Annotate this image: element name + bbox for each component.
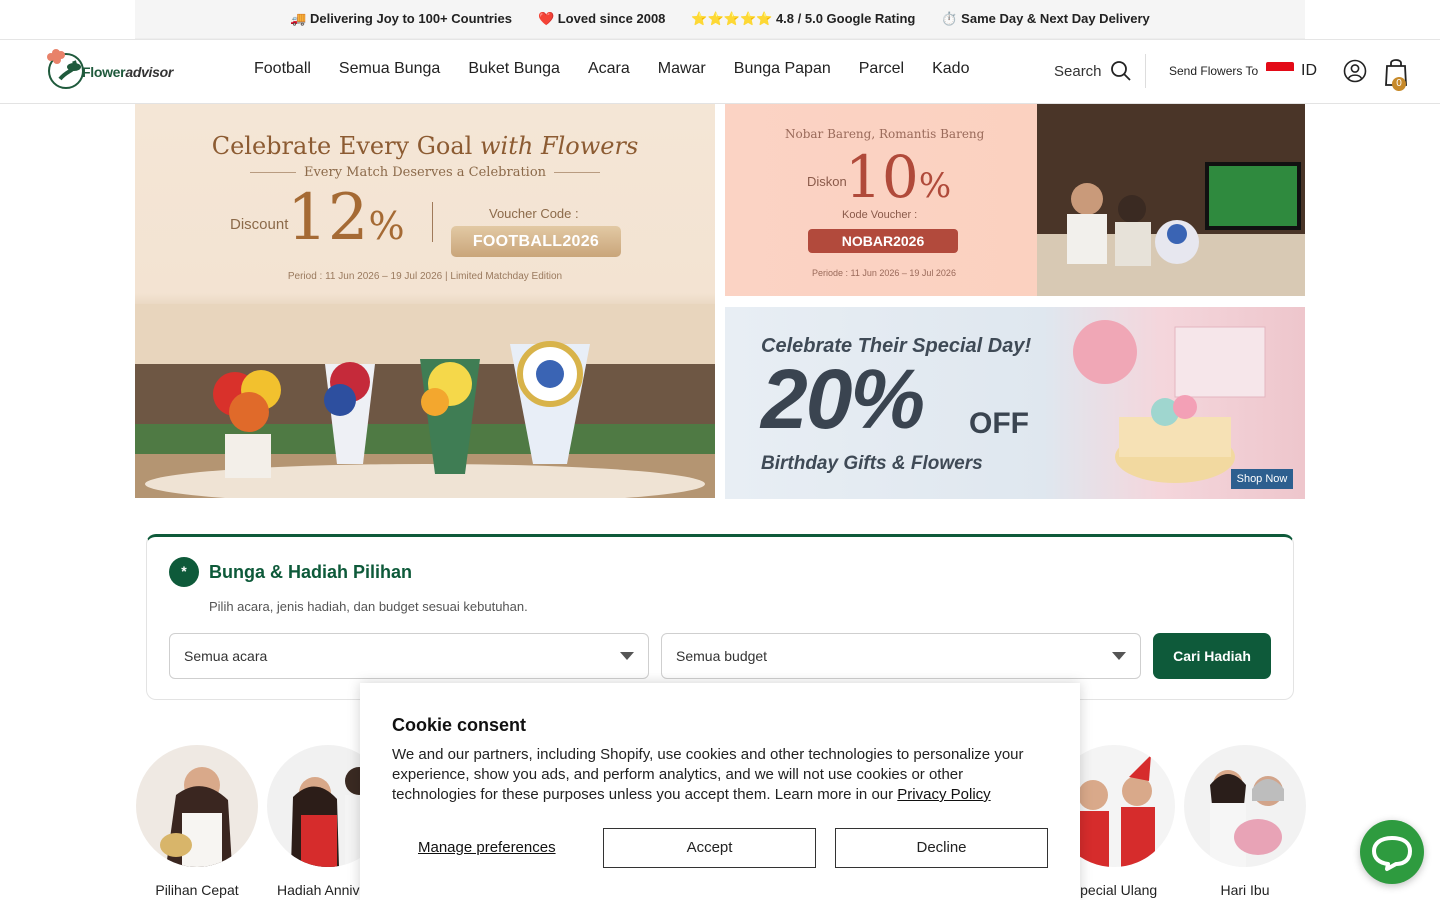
discount-value: 20% <box>761 352 925 446</box>
send-to-label: Send Flowers To <box>1169 64 1259 78</box>
main-nav: Football Semua Bunga Buket Bunga Acara M… <box>254 60 969 78</box>
chevron-down-icon <box>1112 652 1126 660</box>
search-button[interactable]: Search <box>1054 60 1132 82</box>
indonesia-flag-icon[interactable] <box>1266 62 1294 80</box>
decline-button[interactable]: Decline <box>835 828 1048 868</box>
discount-off: OFF <box>969 407 1029 440</box>
category-label: Hari Ibu <box>1220 882 1270 898</box>
announcement-delivery: ⏱️ Same Day & Next Day Delivery <box>941 11 1150 26</box>
gift-finder: * Bunga & Hadiah Pilihan Pilih acara, je… <box>146 534 1294 700</box>
shop-now-button[interactable]: Shop Now <box>1231 469 1293 489</box>
privacy-policy-link[interactable]: Privacy Policy <box>897 786 990 803</box>
banner-subtitle: Every Match Deserves a Celebration <box>135 165 715 180</box>
nav-parcel[interactable]: Parcel <box>859 60 904 78</box>
announcement-loved: ❤️ Loved since 2008 <box>537 11 666 26</box>
voucher-label: Kode Voucher : <box>842 209 918 221</box>
cart-count-badge: 0 <box>1392 77 1406 91</box>
voucher-label: Voucher Code : <box>489 206 579 221</box>
chevron-down-icon <box>620 652 634 660</box>
cart-button[interactable]: 0 <box>1384 57 1408 92</box>
category-pilihan-cepat[interactable]: Pilihan Cepat <box>136 745 258 898</box>
account-button[interactable] <box>1343 59 1367 88</box>
occasion-select[interactable]: Semua acara <box>169 633 649 679</box>
country-selector[interactable]: ID <box>1301 62 1317 80</box>
stadium-bouquets-image <box>135 304 715 498</box>
promo-period: Periode : 11 Jun 2026 – 19 Jul 2026 <box>812 268 956 278</box>
accept-button[interactable]: Accept <box>603 828 816 868</box>
manage-preferences-link[interactable]: Manage preferences <box>418 839 556 856</box>
nav-bunga-papan[interactable]: Bunga Papan <box>734 60 831 78</box>
discount-label: Diskon <box>807 174 847 189</box>
discount-value: 12% <box>287 181 405 255</box>
announcement-countries: 🚚 Delivering Joy to 100+ Countries <box>290 11 512 26</box>
category-image <box>136 745 258 867</box>
budget-select[interactable]: Semua budget <box>661 633 1141 679</box>
finder-title: Bunga & Hadiah Pilihan <box>209 562 413 582</box>
user-icon <box>1343 59 1367 83</box>
cookie-title: Cookie consent <box>392 715 527 735</box>
site-logo[interactable]: Floweradvisor <box>44 43 174 93</box>
chat-button[interactable] <box>1360 820 1424 884</box>
separator <box>432 202 433 242</box>
find-gift-button[interactable]: Cari Hadiah <box>1153 633 1271 679</box>
header-divider <box>1145 54 1146 88</box>
discount-value: 10% <box>845 143 952 211</box>
banner-subtitle: Birthday Gifts & Flowers <box>761 453 983 474</box>
category-image <box>1184 745 1306 867</box>
cookie-body: We and our partners, including Shopify, … <box>392 746 1024 803</box>
category-label: Pilihan Cepat <box>155 882 239 898</box>
asterisk-icon: * <box>169 557 199 587</box>
logo-text: Floweradvisor <box>82 64 174 80</box>
promo-period: Period : 11 Jun 2026 – 19 Jul 2026 | Lim… <box>287 271 563 282</box>
search-label: Search <box>1054 62 1102 80</box>
nav-mawar[interactable]: Mawar <box>658 60 706 78</box>
birthday-promo-banner[interactable]: Celebrate Their Special Day! 20% OFF Bir… <box>725 307 1305 499</box>
football-promo-banner[interactable]: Celebrate Every Goal with Flowers Every … <box>135 104 715 498</box>
chat-bubble-icon <box>1372 836 1412 871</box>
couple-watching-tv-image <box>1037 104 1305 296</box>
announcement-rating: ⭐⭐⭐⭐⭐ 4.8 / 5.0 Google Rating <box>691 11 916 26</box>
voucher-code: NOBAR2026 <box>808 229 958 253</box>
announcement-bar: 🚚 Delivering Joy to 100+ Countries ❤️ Lo… <box>135 0 1305 39</box>
cookie-consent-dialog: Cookie consent We and our partners, incl… <box>360 683 1080 900</box>
banner-title: Celebrate Every Goal with Flowers <box>211 132 639 160</box>
nav-buket-bunga[interactable]: Buket Bunga <box>468 60 560 78</box>
finder-subtitle: Pilih acara, jenis hadiah, dan budget se… <box>209 599 528 614</box>
nobar-promo-banner[interactable]: Nobar Bareng, Romantis Bareng Diskon 10%… <box>725 104 1305 296</box>
nav-acara[interactable]: Acara <box>588 60 630 78</box>
nav-semua-bunga[interactable]: Semua Bunga <box>339 60 440 78</box>
occasion-value: Semua acara <box>184 648 268 664</box>
site-header: Floweradvisor Football Semua Bunga Buket… <box>0 40 1440 104</box>
category-hari-ibu[interactable]: Hari Ibu <box>1184 745 1306 898</box>
search-icon <box>1110 61 1131 81</box>
banner-tagline: Nobar Bareng, Romantis Bareng <box>785 127 985 141</box>
discount-label: Discount <box>230 216 289 233</box>
nav-football[interactable]: Football <box>254 60 311 78</box>
nav-kado[interactable]: Kado <box>932 60 969 78</box>
voucher-code: FOOTBALL2026 <box>451 226 621 257</box>
budget-value: Semua budget <box>676 648 768 664</box>
